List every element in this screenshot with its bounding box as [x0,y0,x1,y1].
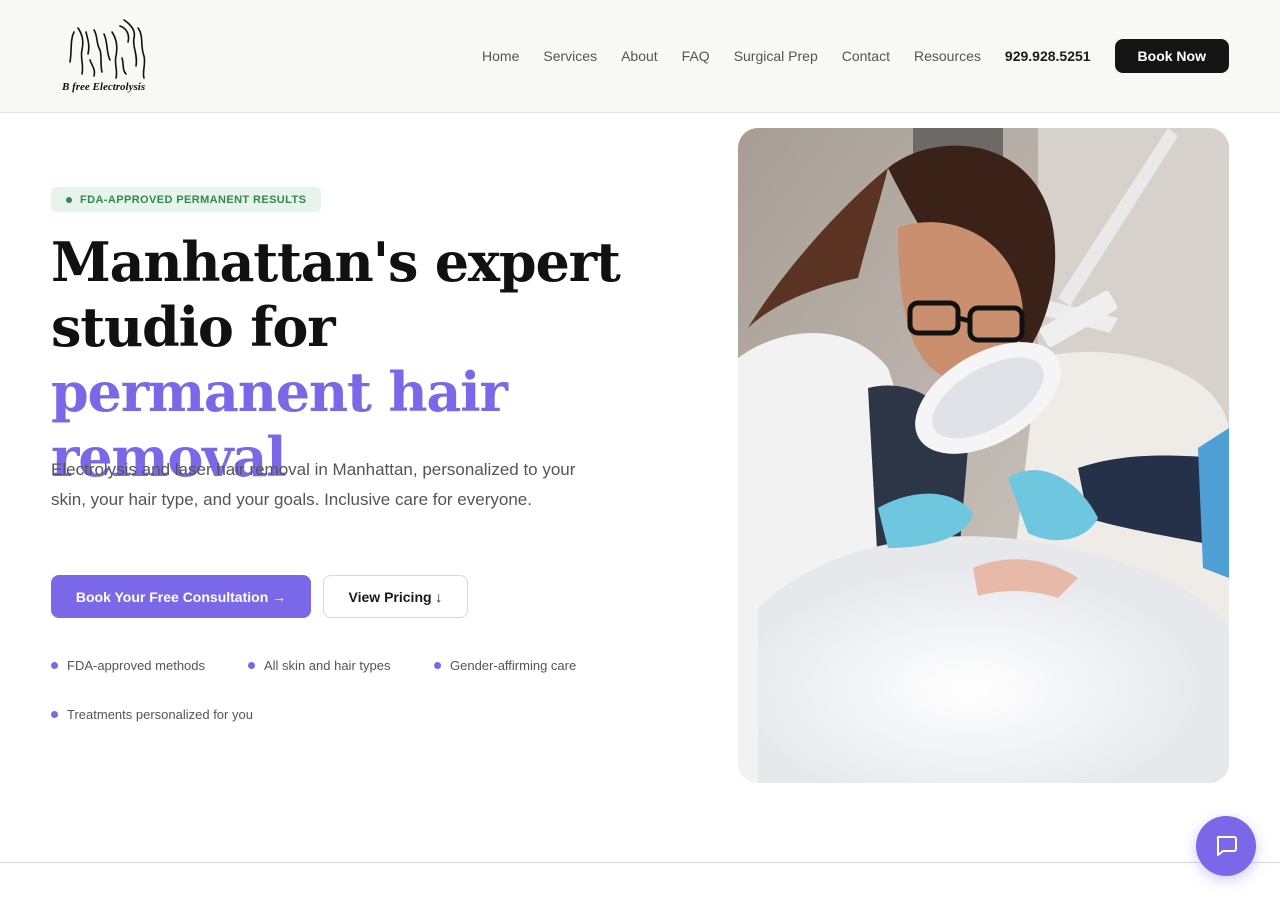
badge-label: FDA-APPROVED PERMANENT RESULTS [80,193,307,206]
nav-services[interactable]: Services [543,48,597,64]
nav-about[interactable]: About [621,48,658,64]
feature-item: Treatments personalized for you [51,707,253,722]
bullet-dot-icon [248,662,255,669]
electrolysis-treatment-photo-icon [738,128,1229,783]
feature-label: FDA-approved methods [67,658,206,673]
nav-home[interactable]: Home [482,48,519,64]
bullet-dot-icon [51,711,58,718]
nav-contact[interactable]: Contact [842,48,890,64]
feature-item: All skin and hair types [248,658,390,673]
hero-photo [738,128,1229,783]
phone-link[interactable]: 929.928.5251 [1005,48,1091,64]
bullet-dot-icon [51,662,58,669]
feature-label: Treatments personalized for you [67,707,253,722]
hero-headline: Manhattan's expert studio for permanent … [51,230,651,490]
bullet-dot-icon [434,662,441,669]
feature-item: FDA-approved methods [51,658,205,673]
badge-dot-icon [66,196,72,203]
section-divider [0,862,1280,863]
book-now-button[interactable]: Book Now [1114,39,1229,73]
nav-resources[interactable]: Resources [914,48,981,64]
feature-item: Gender-affirming care [434,658,576,673]
feature-label: Gender-affirming care [450,658,577,673]
nav-faq[interactable]: FAQ [682,48,710,64]
feature-label: All skin and hair types [264,658,391,673]
nav-surgical-prep[interactable]: Surgical Prep [734,48,818,64]
fda-badge: FDA-APPROVED PERMANENT RESULTS [51,187,322,212]
torso-outline-logo-icon [69,19,146,79]
main-nav: Home Services About FAQ Surgical Prep Co… [482,39,1229,73]
site-header: B free Electrolysis Home Services About … [0,0,1280,113]
book-consultation-button[interactable]: Book Your Free Consultation → [51,575,311,618]
headline-plain: Manhattan's expert studio for [51,230,621,359]
chat-bubble-icon [1216,836,1237,856]
brand-name: B free Electrolysis [62,81,146,93]
chat-widget-button[interactable] [1196,816,1256,876]
hero-subtitle: Electrolysis and laser hair removal in M… [51,460,576,509]
view-pricing-button[interactable]: View Pricing ↓ [323,575,468,618]
